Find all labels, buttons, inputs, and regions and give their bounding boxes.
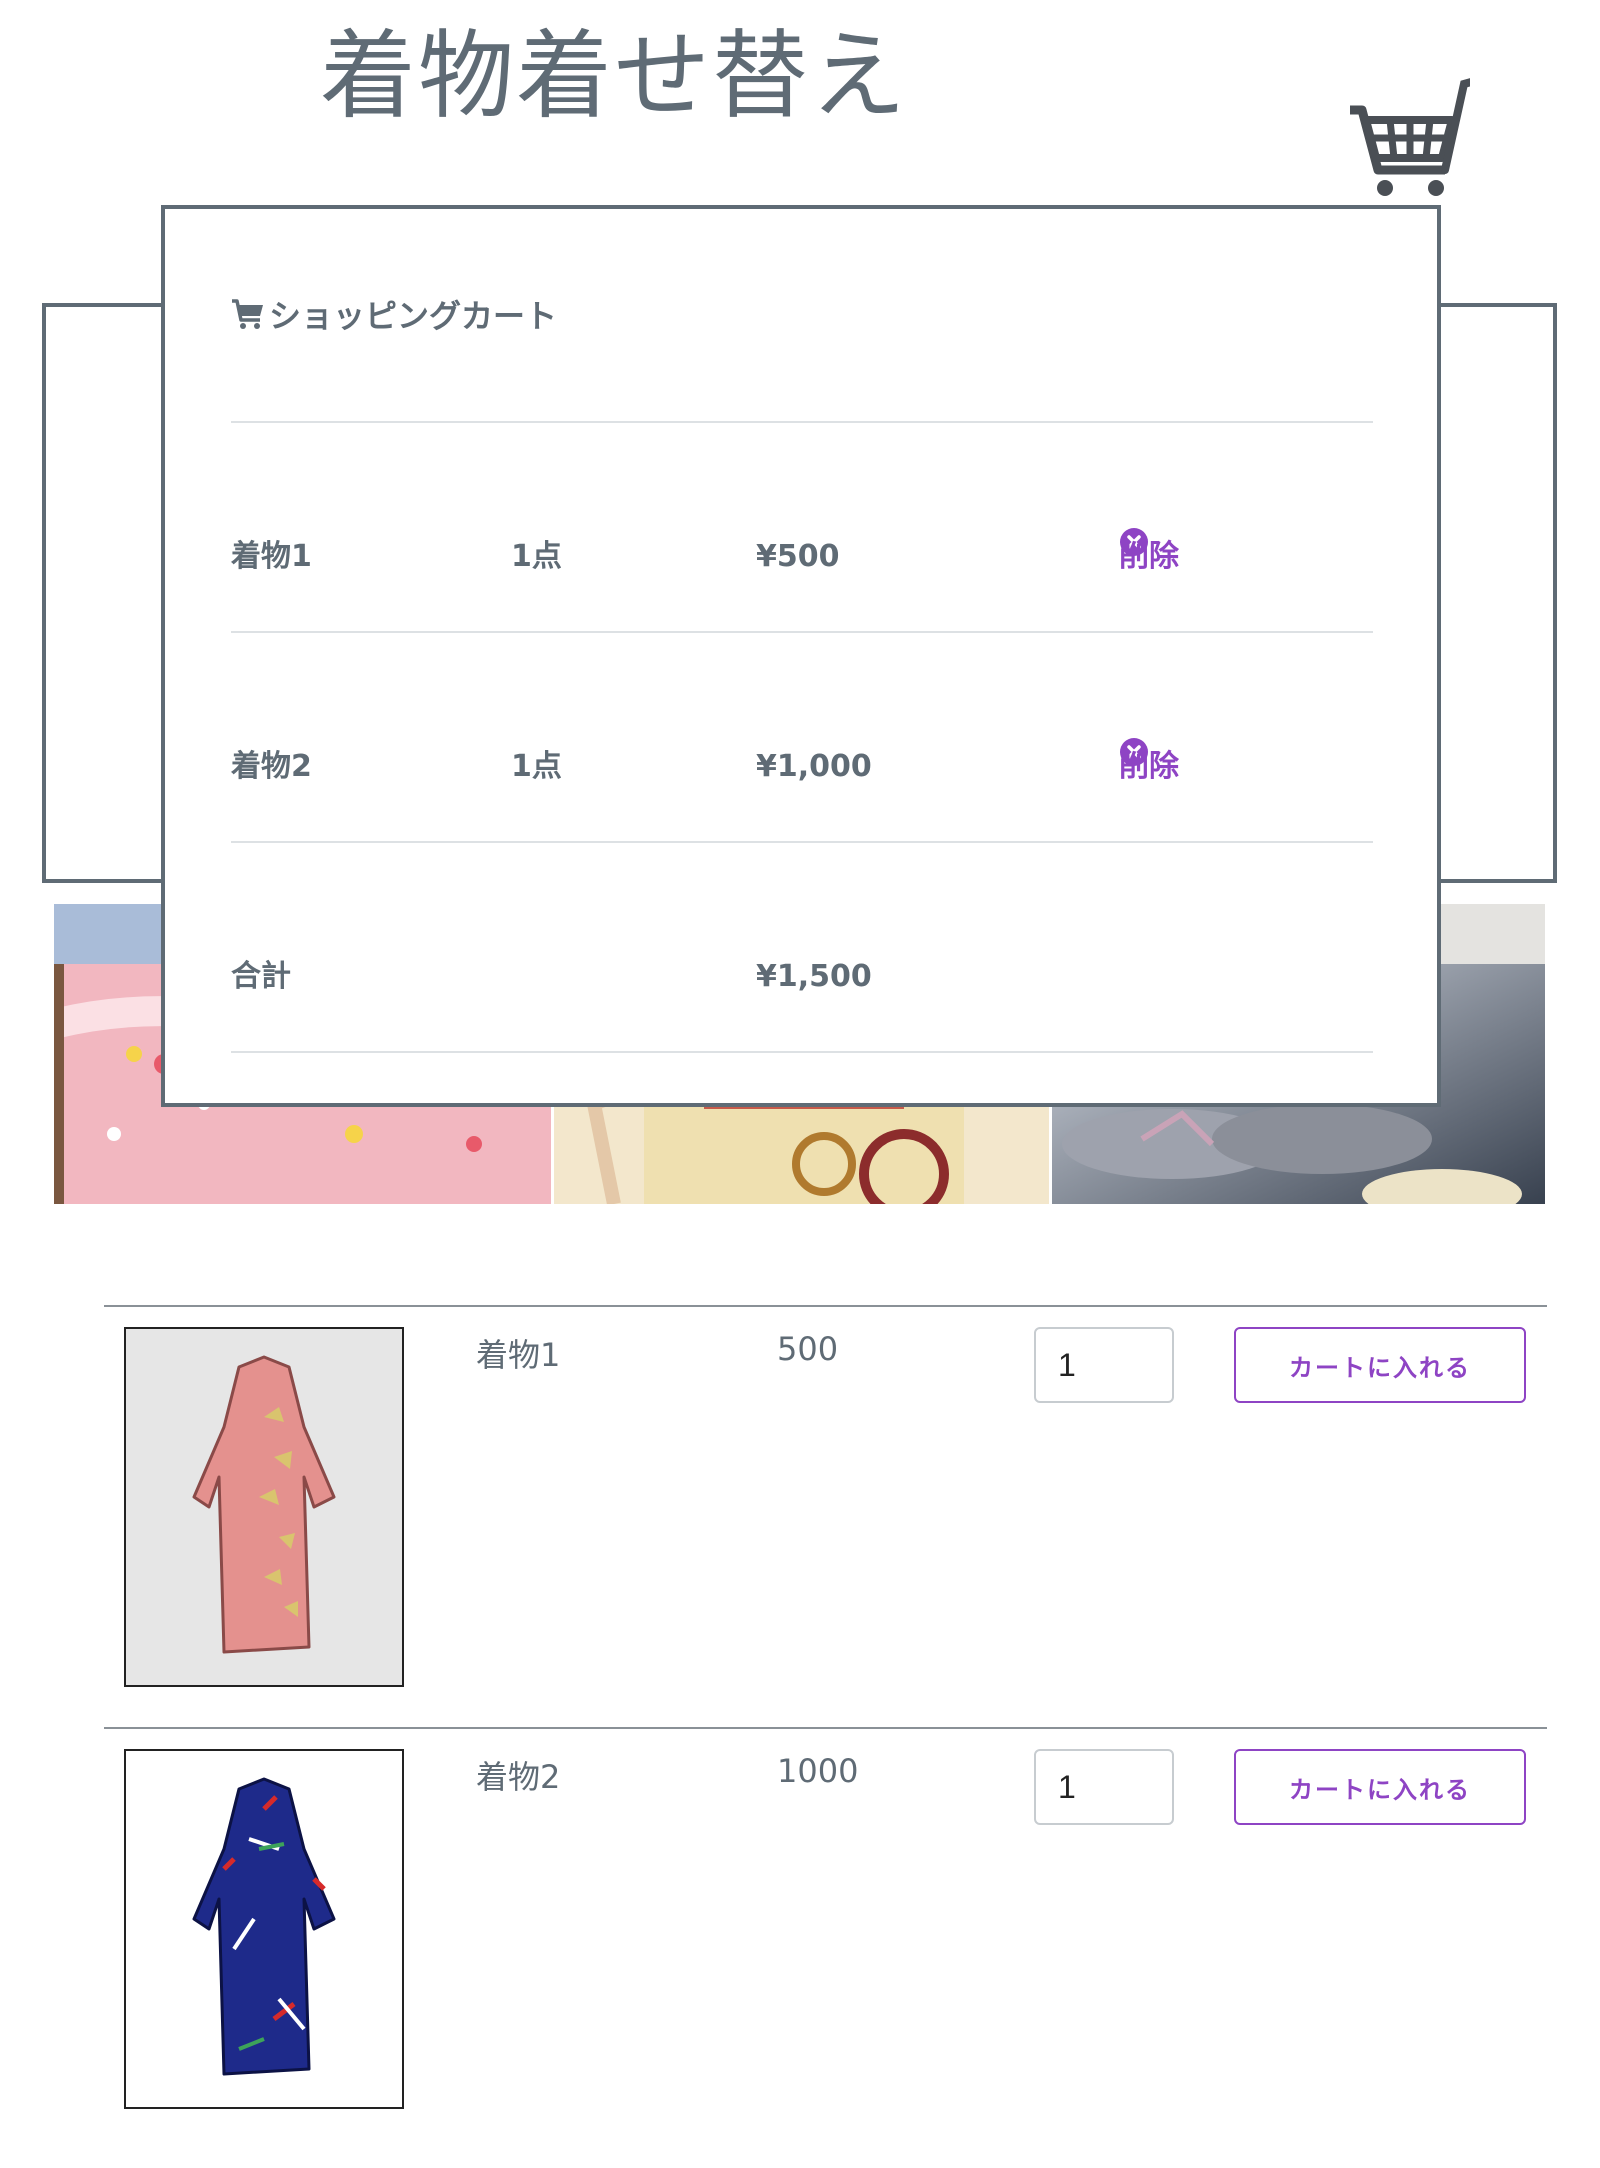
add-to-cart-button[interactable]: カートに入れる: [1234, 1749, 1526, 1825]
divider: [231, 631, 1373, 633]
add-to-cart-button[interactable]: カートに入れる: [1234, 1327, 1526, 1403]
product-price: 500: [777, 1330, 839, 1368]
cart-item-price: ¥500: [756, 539, 840, 574]
cart-icon: [232, 299, 263, 329]
quantity-input[interactable]: [1034, 1749, 1174, 1825]
divider: [231, 1051, 1373, 1053]
quantity-input[interactable]: [1034, 1327, 1174, 1403]
cart-total-row: 合計 ¥1,500: [231, 947, 1373, 1007]
shopping-cart-modal: ショッピングカート 着物1 1点 ¥500 削除 着物2 1点 ¥1,000 削…: [161, 205, 1441, 1107]
product-image-kimono1: [124, 1327, 404, 1687]
total-price: ¥1,500: [756, 959, 872, 994]
remove-item-button[interactable]: 削除: [1119, 737, 1179, 784]
divider: [231, 421, 1373, 423]
divider: [231, 841, 1373, 843]
total-label: 合計: [231, 959, 291, 994]
cart-item-qty: 1点: [511, 749, 562, 784]
remove-item-button[interactable]: 削除: [1119, 527, 1179, 574]
shopping-cart-icon: [1350, 76, 1482, 196]
product-name: 着物2: [476, 1758, 561, 1796]
product-divider: [104, 1727, 1547, 1729]
cart-item-name: 着物1: [231, 539, 312, 574]
remove-label: 削除: [1119, 539, 1179, 574]
product-price: 1000: [777, 1752, 859, 1790]
cart-item-qty: 1点: [511, 539, 562, 574]
product-image-kimono2: [124, 1749, 404, 2109]
product-name: 着物1: [476, 1336, 561, 1374]
cart-item-name: 着物2: [231, 749, 312, 784]
cart-item-row: 着物2 1点 ¥1,000 削除: [231, 737, 1373, 797]
cart-item-price: ¥1,000: [756, 749, 872, 784]
site-title: 着物着せ替え: [320, 20, 908, 132]
remove-label: 削除: [1119, 749, 1179, 784]
cart-modal-heading: ショッピングカート: [231, 291, 557, 337]
header-cart-button[interactable]: [1340, 70, 1482, 200]
cart-item-row: 着物1 1点 ¥500 削除: [231, 527, 1373, 587]
cart-modal-title: ショッピングカート: [269, 297, 558, 335]
product-divider: [104, 1305, 1547, 1307]
